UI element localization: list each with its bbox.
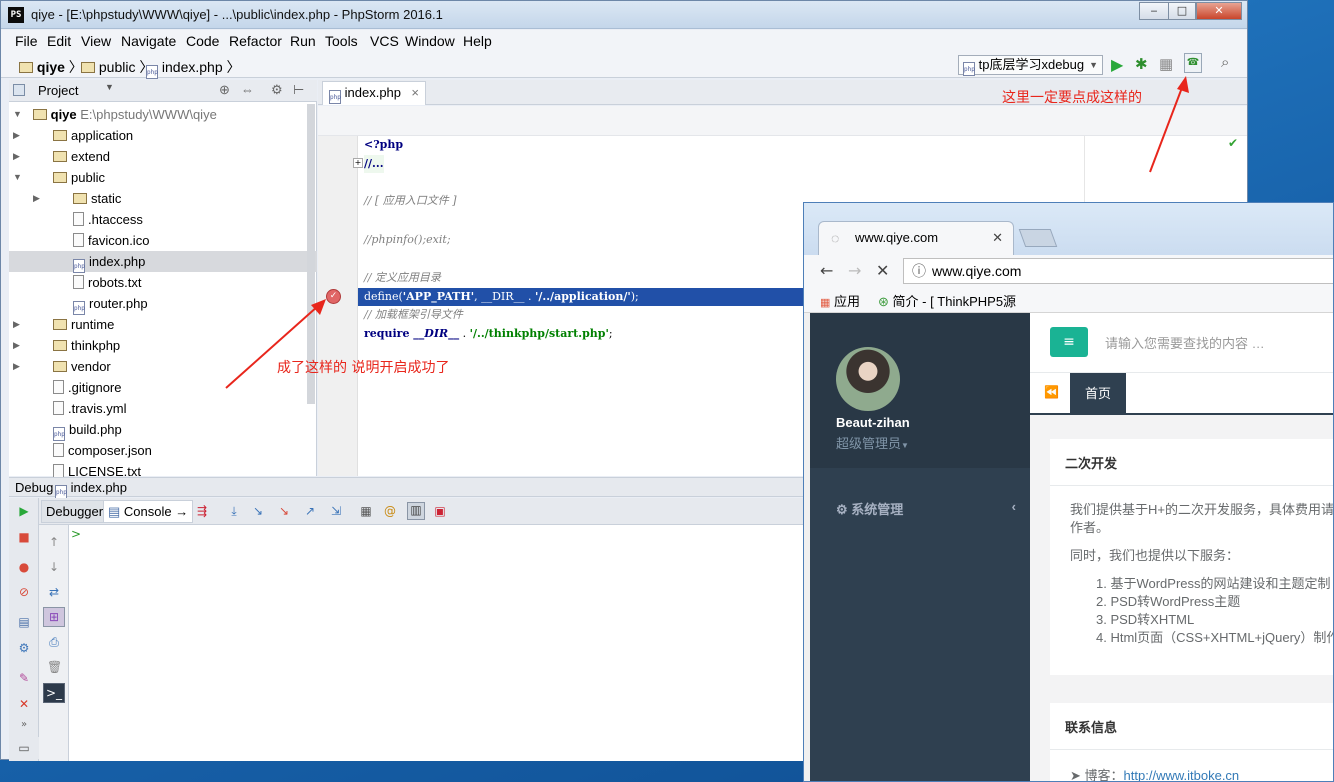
- content-tabs: ⏪ 首页: [1030, 373, 1333, 415]
- back-icon[interactable]: ←: [820, 261, 833, 280]
- address-bar[interactable]: ⓘ www.qiye.com: [903, 258, 1333, 284]
- top-header: ≡ 请输入您需要查找的内容 …: [1030, 313, 1333, 373]
- forward-icon[interactable]: →: [848, 261, 861, 280]
- annotation-arrow-middle: [225, 305, 319, 389]
- avatar[interactable]: [836, 347, 900, 411]
- panel-secondary-dev: 二次开发 我们提供基于H+的二次开发服务，具体费用请 作者。 同时，我们也提供以…: [1050, 439, 1334, 675]
- info-icon: ⓘ: [912, 263, 926, 279]
- caret-down-icon: ▼: [901, 441, 909, 450]
- loading-icon: ◌: [831, 230, 840, 246]
- panel-title: 二次开发: [1065, 456, 1118, 471]
- chevron-left-icon: ‹: [1011, 499, 1016, 514]
- browser-window: ◌ www.qiye.com ✕ ← → ✕ ⓘ www.qiye.com ▦ …: [803, 202, 1334, 782]
- blog-link[interactable]: http://www.itboke.cn: [1124, 768, 1240, 781]
- divider: [1050, 749, 1333, 750]
- gear-icon: ⚙: [836, 502, 848, 517]
- divider: [1050, 485, 1333, 486]
- bookmarks-bar: ▦ 应用 ⊛ 简介 - [ ThinkPHP5源: [804, 287, 1333, 313]
- close-icon[interactable]: ✕: [992, 222, 1003, 254]
- list-item: 1. 基于WordPress的网站建设和主题定制: [1096, 576, 1331, 591]
- annotation-arrow-middle-head: [311, 299, 326, 315]
- panel-title: 联系信息: [1065, 720, 1118, 735]
- panel-contact: 联系信息 ➤ 博客：http://www.itboke.cn: [1050, 703, 1333, 782]
- new-tab-button[interactable]: [1018, 229, 1058, 247]
- annotation-arrow-top: [1149, 84, 1184, 173]
- apps-grid-icon: ▦: [820, 297, 831, 309]
- browser-toolbar: ← → ✕ ⓘ www.qiye.com: [804, 255, 1333, 287]
- panel-text-1: 我们提供基于H+的二次开发服务，具体费用请: [1070, 502, 1334, 517]
- search-input[interactable]: 请输入您需要查找的内容 …: [1105, 333, 1265, 352]
- panel-text-2: 同时，我们也提供以下服务：: [1070, 548, 1240, 563]
- stop-icon[interactable]: ✕: [876, 261, 889, 280]
- nav-item-system[interactable]: ⚙ 系统管理 ‹: [836, 499, 1016, 518]
- bookmark-favicon-icon: ⊛: [878, 294, 889, 309]
- browser-tab[interactable]: ◌ www.qiye.com ✕: [818, 221, 1014, 255]
- user-role[interactable]: 超级管理员▼: [836, 433, 909, 452]
- list-item: 2. PSD转WordPress主题: [1096, 594, 1241, 609]
- annotation-arrow-top-head: [1177, 76, 1189, 93]
- menu-toggle-button[interactable]: ≡: [1050, 327, 1088, 357]
- list-item: 4. Html页面（CSS+XHTML+jQuery）制作: [1096, 630, 1334, 645]
- user-name: Beaut-zihan: [836, 415, 910, 430]
- admin-main: ≡ 请输入您需要查找的内容 … ⏪ 首页 二次开发 我们提供基于H+的二次开发服…: [1030, 313, 1334, 782]
- backward-icon[interactable]: ⏪: [1044, 385, 1059, 399]
- bookmark-thinkphp[interactable]: ⊛ 简介 - [ ThinkPHP5源: [878, 291, 1016, 310]
- tab-home[interactable]: 首页: [1070, 373, 1126, 415]
- blog-line: ➤ 博客：http://www.itboke.cn: [1070, 768, 1240, 782]
- browser-tabstrip: ◌ www.qiye.com ✕: [804, 203, 1333, 255]
- list-item: 3. PSD转XHTML: [1096, 612, 1195, 627]
- send-icon: ➤: [1070, 768, 1081, 782]
- panel-text-1b: 作者。: [1070, 520, 1110, 535]
- admin-sidebar: Beaut-zihan 超级管理员▼ ⚙ 系统管理 ‹: [810, 313, 1030, 781]
- bookmark-apps[interactable]: ▦ 应用: [820, 291, 860, 310]
